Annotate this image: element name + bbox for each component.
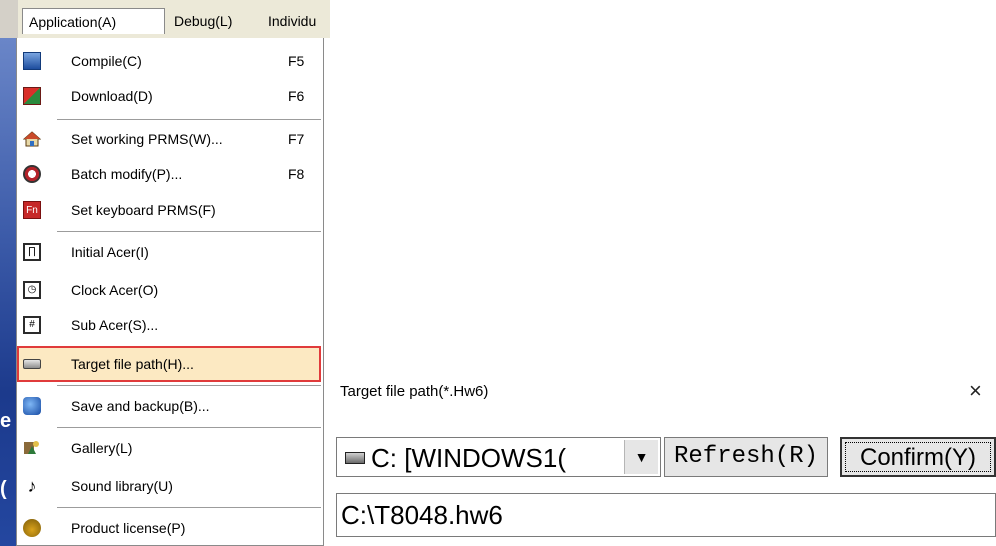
menu-item-label: Initial Acer(I) [71,244,149,260]
menu-item-initial-acer[interactable]: ∏ Initial Acer(I) [17,235,323,269]
drive-icon [345,452,365,464]
gallery-icon [23,439,41,457]
application-dropdown-menu: Compile(C) F5 Download(D) F6 Set working… [16,38,324,546]
confirm-button[interactable]: Confirm(Y) [840,437,996,477]
menu-item-sound-library[interactable]: ♪ Sound library(U) [17,469,323,503]
menu-item-label: Batch modify(P)... [71,166,183,182]
menu-item-label: Save and backup(B)... [71,398,210,414]
close-icon[interactable]: × [969,380,982,402]
background-window-sliver: e ( [0,38,16,546]
menu-item-clock-acer[interactable]: ◷ Clock Acer(O) [17,273,323,307]
menu-item-shortcut: F8 [288,166,305,182]
menu-item-save-and-backup[interactable]: Save and backup(B)... [17,389,323,423]
initial-acer-icon: ∏ [23,243,41,261]
menu-item-label: Clock Acer(O) [71,282,159,298]
menu-item-label: Compile(C) [71,53,142,69]
refresh-button[interactable]: Refresh(R) [664,437,828,477]
menu-separator [57,427,321,428]
menu-item-compile[interactable]: Compile(C) F5 [17,44,323,78]
sub-acer-icon: # [23,316,41,334]
dialog-title: Target file path(*.Hw6) [340,383,489,400]
menu-item-label: Target file path(H)... [71,356,194,372]
menu-item-label: Gallery(L) [71,440,133,456]
clock-acer-icon: ◷ [23,281,41,299]
drive-select[interactable]: C: [WINDOWS1( ▼ [336,437,661,477]
fn-key-icon: Fn [23,201,41,219]
menu-debug[interactable]: Debug(L) [168,8,260,34]
menu-item-shortcut: F6 [288,88,305,104]
menu-individual[interactable]: Individu [262,8,332,34]
drive-icon [23,359,41,369]
target-path-field[interactable]: C:\T8048.hw6 [336,493,996,537]
license-icon [23,519,41,537]
menu-bar: Application(A) Debug(L) Individu [0,0,330,38]
drive-select-value: C: [WINDOWS1( [371,443,566,473]
menu-separator [57,385,321,386]
menu-item-shortcut: F5 [288,53,305,69]
menu-item-target-file-path[interactable]: Target file path(H)... [17,347,323,381]
music-note-icon: ♪ [23,477,41,495]
batch-modify-icon [23,165,41,183]
menu-item-set-keyboard-prms[interactable]: Fn Set keyboard PRMS(F) [17,193,323,227]
home-icon [22,130,42,148]
menu-item-product-license[interactable]: Product license(P) [17,511,323,545]
menu-separator [57,119,321,120]
download-icon [23,87,41,105]
menu-item-label: Product license(P) [71,520,186,536]
menu-item-shortcut: F7 [288,131,305,147]
menu-item-download[interactable]: Download(D) F6 [17,79,323,113]
menu-bar-left-strip [0,0,18,38]
menu-item-label: Sound library(U) [71,478,173,494]
menu-item-sub-acer[interactable]: # Sub Acer(S)... [17,308,323,342]
menu-item-set-working-prms[interactable]: Set working PRMS(W)... F7 [17,122,323,156]
menu-item-label: Download(D) [71,88,153,104]
save-icon [23,397,41,415]
menu-separator [57,507,321,508]
menu-separator [57,231,321,232]
menu-item-label: Set working PRMS(W)... [71,131,223,147]
menu-item-gallery[interactable]: Gallery(L) [17,431,323,465]
menu-application[interactable]: Application(A) [22,8,165,34]
menu-item-label: Sub Acer(S)... [71,317,159,333]
dropdown-arrow-icon[interactable]: ▼ [624,440,658,474]
focus-ring [845,442,991,472]
menu-item-label: Set keyboard PRMS(F) [71,202,216,218]
compile-icon [23,52,41,70]
menu-item-batch-modify[interactable]: Batch modify(P)... F8 [17,157,323,191]
